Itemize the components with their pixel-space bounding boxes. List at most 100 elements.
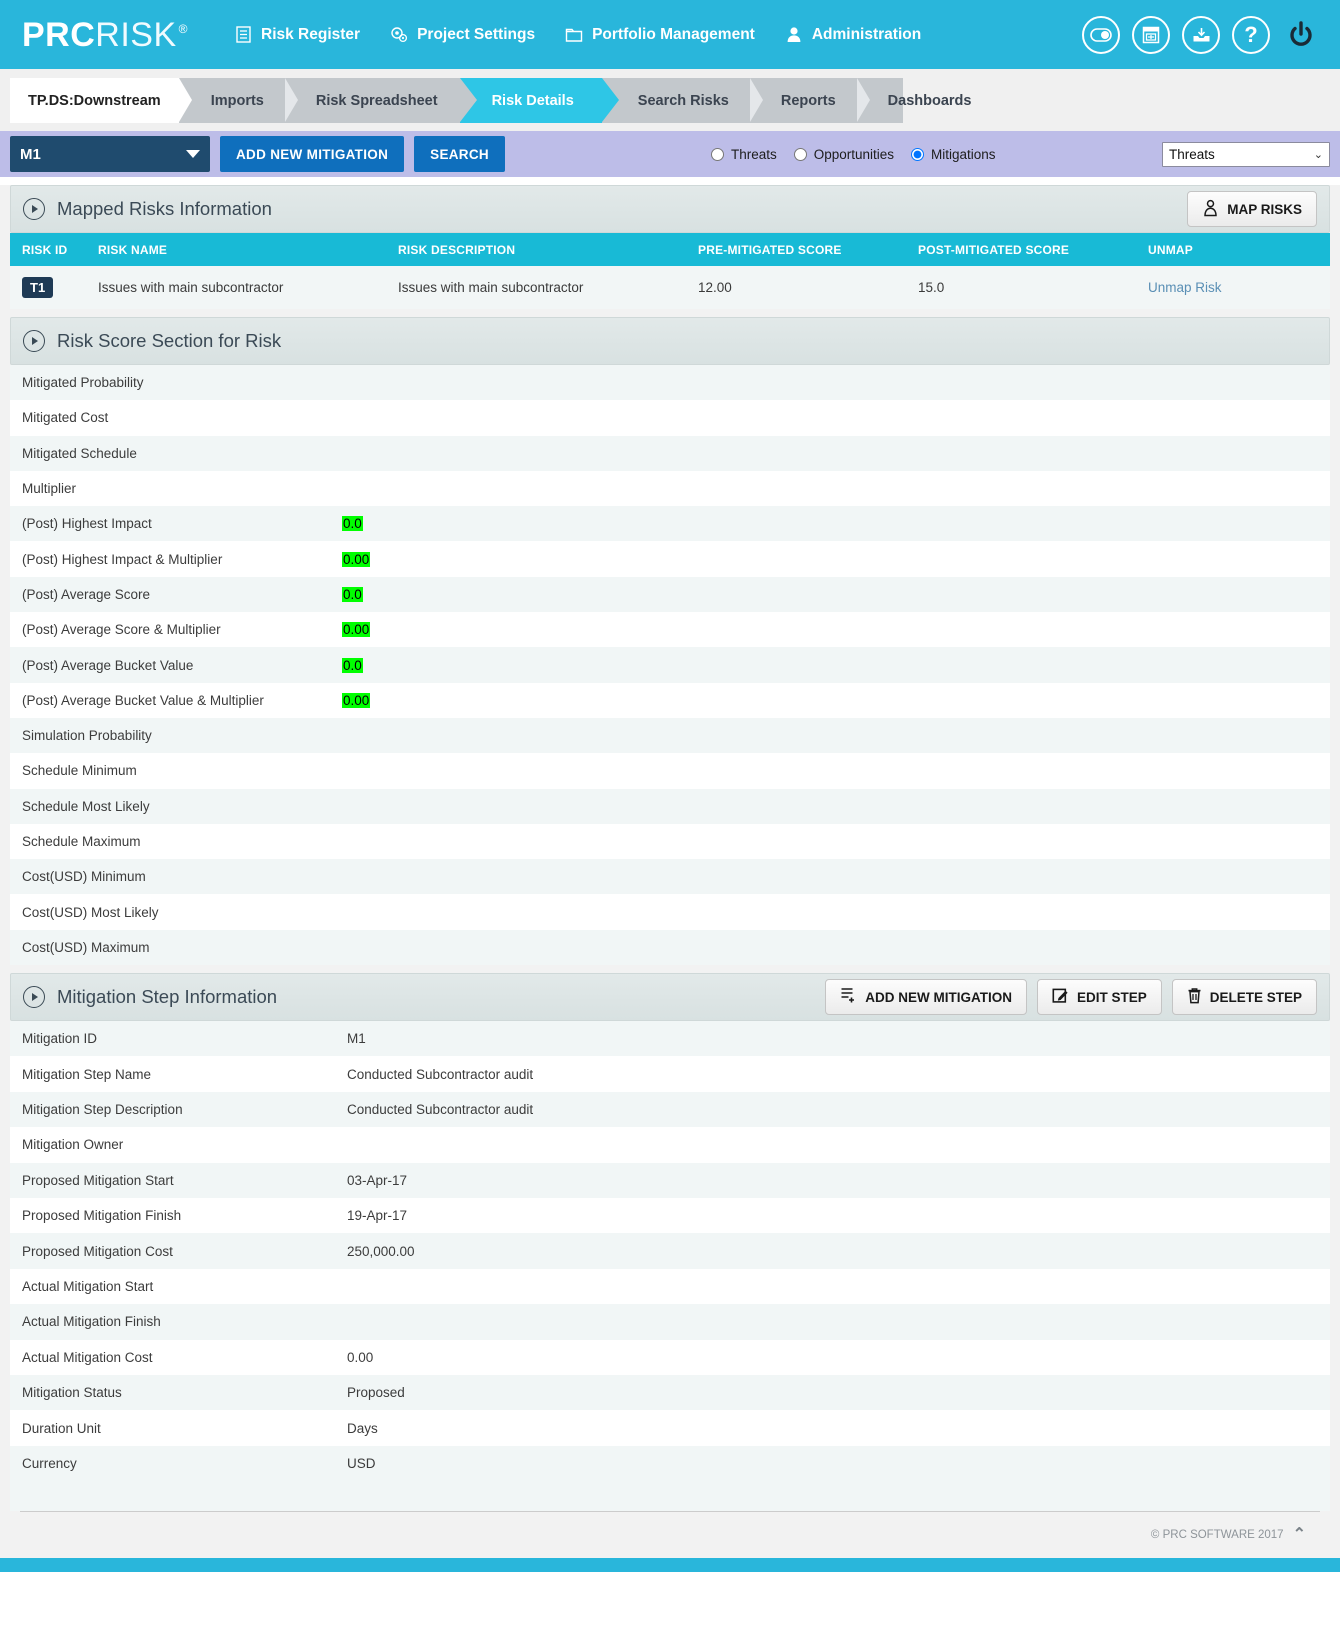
detail-row: Cost(USD) Maximum (10, 929, 1330, 966)
col-post-mitigated-score[interactable]: POST-MITIGATED SCORE (910, 233, 1140, 266)
mitigation-field-label: Mitigation Status (22, 1385, 122, 1401)
button-label: ADD NEW MITIGATION (865, 989, 1012, 1005)
tab-dashboards[interactable]: Dashboards (856, 78, 994, 123)
col-unmap[interactable]: UNMAP (1140, 233, 1330, 266)
tab-label: Imports (210, 92, 264, 109)
nav-risk-register[interactable]: Risk Register (234, 26, 360, 44)
edit-pencil-icon (1052, 987, 1069, 1007)
search-button[interactable]: SEARCH (414, 136, 505, 172)
highlighted-value: 0.0 (342, 586, 363, 602)
mitigation-field-value: USD (347, 1455, 376, 1471)
radio-threats[interactable]: Threats (710, 147, 777, 162)
map-risks-button[interactable]: MAP RISKS (1187, 191, 1317, 227)
risk-score-value: 0.00 (342, 692, 1330, 708)
col-risk-description[interactable]: RISK DESCRIPTION (390, 233, 690, 266)
detail-row: Mitigation Step Name Conducted Subcontrac… (10, 1056, 1330, 1092)
breadcrumb-tab-bar: TP.DS:Downstream Imports Risk Spreadshee… (10, 78, 971, 123)
map-risks-label: MAP RISKS (1227, 201, 1302, 217)
mitigation-field-value: 0.00 (347, 1349, 374, 1365)
main-nav-items: Risk Register Project Settings Portfolio… (234, 26, 921, 44)
nav-administration[interactable]: Administration (785, 26, 921, 44)
risk-score-label: (Post) Average Bucket Value & Multiplier (22, 692, 264, 708)
risk-score-label: Cost(USD) Minimum (22, 869, 146, 885)
scroll-to-top-icon[interactable]: ⌃ (1293, 1527, 1306, 1543)
app-logo[interactable]: PRCRISK ® (22, 18, 188, 52)
tab-search-risks[interactable]: Search Risks (602, 78, 751, 123)
bottom-spacer (10, 1481, 1330, 1512)
radio-mitigations[interactable]: Mitigations (911, 147, 996, 162)
mitigation-field-label: Actual Mitigation Cost (22, 1349, 153, 1365)
filter-select-value: Threats (1169, 146, 1215, 162)
risk-score-label: Schedule Maximum (22, 834, 141, 849)
tab-label: Reports (780, 92, 836, 109)
detail-row: Mitigated Schedule (10, 435, 1330, 471)
mitigation-field-label: Proposed Mitigation Cost (22, 1243, 173, 1259)
add-new-mitigation-button[interactable]: ADD NEW MITIGATION (220, 136, 405, 172)
risk-score-label: (Post) Average Score & Multiplier (22, 622, 221, 638)
delete-step-button[interactable]: DELETE STEP (1171, 979, 1317, 1016)
nav-project-settings[interactable]: Project Settings (390, 26, 535, 44)
risk-score-label: Mitigated Probability (22, 375, 144, 391)
detail-row: Currency USD (10, 1445, 1330, 1482)
calendar-window-icon[interactable] (1132, 15, 1170, 54)
risk-score-label: (Post) Average Score (22, 586, 151, 602)
col-risk-id[interactable]: RISK ID (10, 233, 90, 266)
nav-portfolio-management[interactable]: Portfolio Management (565, 26, 755, 44)
risk-id-badge[interactable]: T1 (22, 277, 54, 298)
risk-type-filter-select[interactable]: Threats ⌄ (1162, 141, 1330, 167)
help-question-icon[interactable]: ? (1232, 15, 1270, 54)
tab-imports[interactable]: Imports (179, 78, 286, 123)
risk-score-label: Simulation Probability (22, 728, 152, 744)
mitigation-step-detail-rows: Mitigation ID M1 Mitigation Step Name Condu… (10, 1021, 1330, 1482)
mitigation-field-value: M1 (347, 1031, 366, 1047)
expand-collapse-icon[interactable] (23, 330, 45, 352)
toggle-switch-icon[interactable] (1082, 15, 1120, 54)
risk-score-label: Cost(USD) Most Likely (22, 904, 159, 920)
table-row: T1 Issues with main subcontractor Issues… (10, 266, 1330, 309)
page-content: Mapped Risks Information MAP RISKS RISK … (0, 185, 1340, 1559)
tab-risk-spreadsheet[interactable]: Risk Spreadsheet (284, 78, 460, 123)
risk-score-value: 0.0 (342, 657, 1330, 673)
logo-risk: RISK (95, 15, 177, 54)
power-logout-icon[interactable] (1282, 16, 1320, 54)
top-navigation-bar: PRCRISK ® Risk Register Project Settings … (0, 0, 1340, 69)
edit-step-button[interactable]: EDIT STEP (1036, 979, 1162, 1016)
folder-icon (565, 26, 583, 44)
risk-score-detail-rows: Mitigated Probability Mitigated Cost Mitig… (10, 365, 1330, 966)
col-pre-mitigated-score[interactable]: PRE-MITIGATED SCORE (690, 233, 910, 266)
mitigation-field-value: 03-Apr-17 (347, 1172, 408, 1188)
tab-project-name[interactable]: TP.DS:Downstream (10, 78, 192, 123)
risk-score-value: 0.00 (342, 622, 1330, 638)
radio-opportunities[interactable]: Opportunities (793, 147, 894, 162)
mitigation-field-label: Mitigation Step Name (22, 1066, 152, 1082)
tab-reports[interactable]: Reports (749, 78, 858, 123)
inbox-download-icon[interactable] (1182, 15, 1220, 54)
radio-threats-input[interactable] (710, 147, 724, 161)
expand-collapse-icon[interactable] (23, 198, 45, 220)
list-document-icon (234, 26, 252, 44)
risk-score-label: (Post) Highest Impact & Multiplier (22, 551, 223, 567)
mitigation-field-label: Proposed Mitigation Finish (22, 1208, 182, 1224)
add-new-mitigation-step-button[interactable]: ADD NEW MITIGATION (825, 979, 1027, 1016)
radio-opportunities-input[interactable] (793, 147, 807, 161)
nav-label: Project Settings (417, 25, 536, 43)
mitigation-field-value: Proposed (347, 1385, 405, 1401)
detail-row: Schedule Minimum (10, 753, 1330, 789)
tab-label: Search Risks (637, 92, 729, 109)
mitigation-field-label: Actual Mitigation Start (22, 1278, 154, 1294)
risk-score-title: Risk Score Section for Risk (57, 330, 282, 351)
risk-score-label: Mitigated Cost (22, 410, 109, 426)
highlighted-value: 0.0 (342, 516, 363, 532)
radio-mitigations-input[interactable] (911, 147, 925, 161)
tab-risk-details[interactable]: Risk Details (459, 78, 620, 123)
detail-row: Actual Mitigation Start (10, 1268, 1330, 1305)
chevron-down-icon (186, 150, 200, 158)
mitigation-field-label: Currency (22, 1455, 77, 1471)
unmap-risk-link[interactable]: Unmap Risk (1148, 280, 1222, 295)
mitigation-select[interactable]: M1 (10, 136, 210, 172)
detail-row: Simulation Probability (10, 717, 1330, 754)
risk-score-label: Mitigated Schedule (22, 445, 137, 461)
col-risk-name[interactable]: RISK NAME (90, 233, 390, 266)
bottom-accent-bar (0, 1558, 1340, 1573)
expand-collapse-icon[interactable] (23, 986, 45, 1009)
